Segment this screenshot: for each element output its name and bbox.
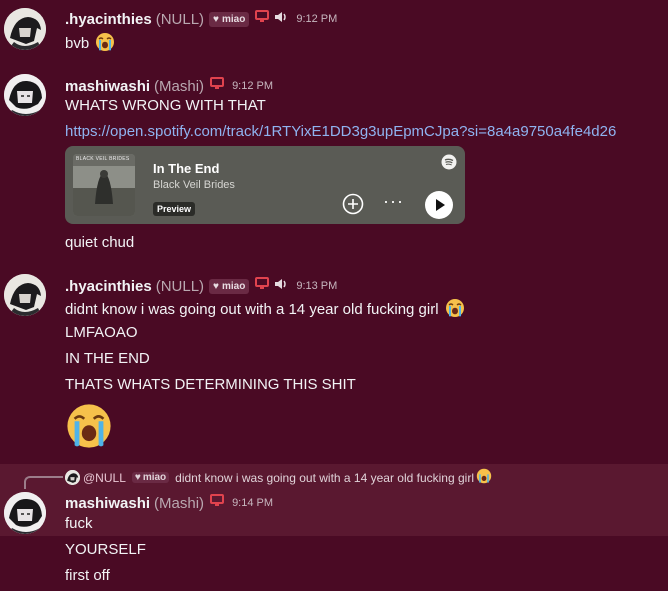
reply-text[interactable]: didnt know i was going out with a 14 yea… bbox=[175, 471, 474, 485]
guild-tag-label: miao bbox=[221, 280, 246, 292]
guild-tag[interactable]: ♥ miao bbox=[209, 11, 250, 27]
monitor-icon bbox=[210, 77, 225, 95]
guild-tag-label: miao bbox=[142, 472, 167, 483]
message-text: bvb bbox=[65, 32, 115, 56]
reply-preview[interactable]: @NULL ♥ miao didnt know i was going out w… bbox=[65, 468, 492, 487]
spotify-link[interactable]: https://open.spotify.com/track/1RTYixE1D… bbox=[65, 123, 616, 140]
message-line: YOURSELF bbox=[65, 541, 146, 558]
loudly-crying-face-emoji bbox=[476, 468, 492, 487]
reply-username[interactable]: @NULL bbox=[83, 471, 126, 485]
heart-icon: ♥ bbox=[213, 280, 219, 292]
username[interactable]: .hyacinthies bbox=[65, 278, 152, 295]
guild-tag-label: miao bbox=[221, 13, 246, 25]
message-line: WHATS WRONG WITH THAT bbox=[65, 97, 266, 114]
monitor-icon bbox=[255, 277, 270, 295]
timestamp[interactable]: 9:12 PM bbox=[232, 80, 273, 92]
nickname: (Mashi) bbox=[154, 77, 205, 95]
add-icon[interactable] bbox=[342, 193, 364, 220]
username[interactable]: mashiwashi bbox=[65, 495, 150, 512]
avatar[interactable] bbox=[4, 274, 46, 316]
spotify-embed[interactable]: BLACK VEIL BRIDES In The End Black Veil … bbox=[65, 146, 465, 224]
nickname: (NULL) bbox=[155, 10, 205, 28]
album-cover[interactable]: BLACK VEIL BRIDES bbox=[73, 154, 135, 216]
message-line: fuck bbox=[65, 515, 93, 532]
loudly-crying-face-emoji[interactable] bbox=[95, 32, 115, 56]
username[interactable]: .hyacinthies bbox=[65, 11, 152, 28]
track-title[interactable]: In The End bbox=[153, 161, 219, 176]
avatar[interactable] bbox=[4, 492, 46, 534]
track-artist[interactable]: Black Veil Brides bbox=[153, 179, 235, 191]
timestamp[interactable]: 9:12 PM bbox=[296, 13, 337, 25]
heart-icon: ♥ bbox=[213, 13, 219, 25]
timestamp[interactable]: 9:13 PM bbox=[296, 280, 337, 292]
message-line: quiet chud bbox=[65, 234, 135, 251]
heart-icon: ♥ bbox=[134, 472, 141, 483]
nickname: (NULL) bbox=[155, 277, 205, 295]
message-line: first off bbox=[65, 567, 110, 584]
reply-avatar[interactable] bbox=[65, 470, 80, 485]
guild-tag[interactable]: ♥ miao bbox=[209, 278, 250, 294]
timestamp[interactable]: 9:14 PM bbox=[232, 497, 273, 509]
cover-text: BLACK VEIL BRIDES bbox=[76, 156, 130, 162]
preview-badge: Preview bbox=[153, 202, 196, 216]
message-line: didnt know i was going out with a 14 yea… bbox=[65, 301, 439, 318]
speaker-icon bbox=[274, 277, 288, 295]
more-options-icon[interactable]: ··· bbox=[383, 191, 404, 212]
message-line: bvb bbox=[65, 35, 90, 52]
play-button[interactable] bbox=[424, 190, 454, 225]
loudly-crying-face-emoji[interactable] bbox=[445, 298, 465, 322]
spotify-icon[interactable] bbox=[441, 154, 457, 175]
message-line: THATS WHATS DETERMINING THIS SHIT bbox=[65, 376, 356, 393]
username[interactable]: mashiwashi bbox=[65, 78, 150, 95]
guild-tag[interactable]: ♥ miao bbox=[131, 472, 170, 483]
avatar[interactable] bbox=[4, 74, 46, 116]
loudly-crying-face-emoji[interactable] bbox=[65, 402, 113, 455]
message-text: didnt know i was going out with a 14 yea… bbox=[65, 298, 465, 322]
avatar[interactable] bbox=[4, 8, 46, 50]
message-line: LMFAOAO bbox=[65, 324, 138, 341]
message-line: IN THE END bbox=[65, 350, 150, 367]
speaker-icon bbox=[274, 10, 288, 28]
reply-spine bbox=[24, 476, 63, 489]
monitor-icon bbox=[255, 10, 270, 28]
nickname: (Mashi) bbox=[154, 494, 205, 512]
monitor-icon bbox=[210, 494, 225, 512]
